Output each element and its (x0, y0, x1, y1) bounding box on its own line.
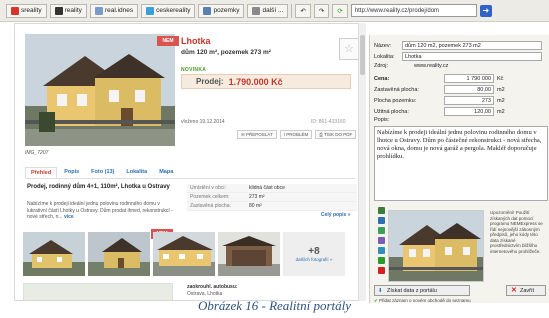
description-title: Prodej, rodinný dům 4+1, 110m², Lhotka u… (27, 184, 170, 190)
price-box: Prodej: 1.790.000 Kč (181, 74, 351, 89)
description-text: Nabízíme k prodeji ideální jednu polovin… (27, 201, 173, 220)
land-area-input[interactable]: 273 (444, 96, 494, 105)
bookmark-reality[interactable]: reality (49, 3, 87, 18)
delete-icon[interactable] (378, 267, 385, 274)
scrollbar-thumb[interactable] (360, 35, 365, 75)
full-description-link[interactable]: Celý popis » (321, 212, 350, 218)
ceskereality-icon (146, 6, 155, 15)
locality-input[interactable]: Lhotka (402, 52, 542, 61)
more-link[interactable]: více (64, 214, 74, 220)
reload-icon: ⟳ (337, 7, 343, 15)
gallery-thumbnail[interactable] (23, 232, 85, 276)
gallery-thumbnail[interactable] (218, 232, 280, 276)
forward-listing-button[interactable]: ✉ PŘEPOSLAT (237, 130, 277, 139)
close-button[interactable]: ✕ Zavřít (506, 285, 546, 296)
map-icon[interactable] (378, 237, 385, 244)
document-icon[interactable] (378, 227, 385, 234)
listed-date: vloženo 19.12.2014 (181, 119, 225, 125)
embedded-webpage: IMG_7207 NEM Lhotka dům 120 m², pozemek … (14, 23, 364, 301)
listing-actions: ✉ PŘEPOSLAT ! PROBLÉM ⎙ TISK DO PDF (237, 130, 357, 139)
url-field[interactable]: http://www.reality.cz/prodej/dom (350, 4, 477, 17)
go-arrow-icon[interactable]: ➜ (479, 4, 492, 17)
photo-gallery: +8 dalších fotografií » (23, 232, 345, 276)
bookmark-sreality[interactable]: sreality (6, 3, 47, 18)
reload-button[interactable]: ⟳ (332, 3, 348, 18)
transport-info-address: Ostrava, Lhotka (187, 291, 223, 297)
table-row: Pozemek celkem: 273 m² (187, 193, 357, 202)
field-built-area: Zastavěná plocha: 80,00 m2 (374, 85, 505, 94)
gallery-thumbnail[interactable] (88, 232, 150, 276)
tab-description[interactable]: Popis (59, 167, 84, 178)
house-photo[interactable] (25, 34, 175, 146)
forward-button[interactable]: ↷ (313, 3, 330, 18)
usage-warning: Upozornění! Použití získaných dat pomocí… (490, 210, 543, 254)
parameter-table: Umístění v obci: klidná část obce Pozemek… (187, 184, 357, 211)
back-icon: ↶ (300, 7, 306, 15)
house-icon[interactable] (378, 207, 385, 214)
add-icon[interactable] (378, 257, 385, 264)
bookmark-pozemky[interactable]: pozemky (198, 3, 245, 18)
print-pdf-button[interactable]: ⎙ TISK DO PDF (315, 130, 357, 139)
webpage-scrollbar[interactable] (358, 23, 366, 301)
field-source: Zdroj: www.reality.cz (374, 63, 449, 69)
field-price: Cena: 1 790 000 Kč (374, 74, 504, 83)
report-problem-button[interactable]: ! PROBLÉM (279, 130, 313, 139)
name-input[interactable]: dům 120 m2, pozemek 273 m2 (402, 41, 542, 50)
nemexpress-logo: NEM (157, 36, 179, 46)
bookmark-more[interactable]: další ... (247, 3, 289, 18)
tab-map[interactable]: Mapa (154, 167, 178, 178)
gallery-thumbnail[interactable] (153, 232, 215, 276)
favorite-star-icon[interactable]: ☆ (339, 38, 359, 60)
idnes-icon (94, 6, 103, 15)
tab-location[interactable]: Lokalita (121, 167, 152, 178)
more-icon (252, 6, 261, 15)
source-value: www.reality.cz (414, 63, 449, 69)
separator (291, 3, 293, 18)
field-name: Název: dům 120 m2, pozemek 273 m2 (374, 41, 542, 50)
description-textarea[interactable]: Nabízíme k prodeji ideální jednu polovin… (374, 126, 548, 201)
field-notes-label: Popis: (374, 117, 390, 123)
bookmark-ceskereality[interactable]: ceskereality (141, 3, 196, 18)
listing-id: ID: 861-433160 (311, 119, 346, 125)
close-icon: ✕ (511, 287, 517, 294)
forward-icon: ↷ (318, 7, 325, 15)
transport-info-title: zaokrouhl. autobusu: (187, 284, 238, 290)
photo-preview (388, 210, 484, 282)
photo-icon[interactable] (378, 217, 385, 224)
more-photos-label: dalších fotografií » (295, 257, 333, 262)
browser-toolbar: sreality reality real.idnes ceskereality… (0, 0, 549, 22)
field-usable-area: Užitná plocha: 120,00 m2 (374, 107, 505, 116)
price-label: Prodej: (196, 77, 224, 86)
tab-overview[interactable]: Přehled (25, 167, 58, 178)
field-land-area: Plocha pozemku: 273 m2 (374, 96, 505, 105)
table-row: Zastavěná plocha: 80 m² (187, 202, 357, 211)
sreality-icon (11, 6, 19, 15)
reality-icon (54, 6, 63, 15)
side-icon-bar (378, 207, 385, 274)
field-locality: Lokalita: Lhotka (374, 52, 542, 61)
table-row: Umístění v obci: klidná část obce (187, 184, 357, 193)
listing-subtitle: dům 120 m², pozemek 273 m² (181, 49, 271, 56)
more-photos-button[interactable]: +8 dalších fotografií » (283, 232, 345, 276)
download-icon: ⬇ (378, 288, 383, 294)
figure-caption: Obrázek 16 - Realitní portály (197, 298, 352, 313)
more-photos-count: +8 (308, 246, 320, 257)
copy-icon[interactable] (378, 247, 385, 254)
price-value: 1.790.000 Kč (228, 76, 283, 87)
price-input[interactable]: 1 790 000 (444, 74, 494, 83)
get-data-button[interactable]: ⬇ Získat data z portálu (374, 285, 470, 296)
built-area-input[interactable]: 80,00 (444, 85, 494, 94)
usable-area-input[interactable]: 120,00 (444, 107, 494, 116)
listing-tabs: Přehled Popis Foto (13) Lokalita Mapa (25, 167, 355, 179)
pozemky-icon (203, 6, 212, 15)
photo-caption: IMG_7207 (25, 150, 49, 156)
import-panel: Název: dům 120 m2, pozemek 273 m2 Lokali… (369, 35, 549, 303)
new-badge: NOVINKA (181, 67, 207, 73)
tab-photos[interactable]: Foto (13) (86, 167, 119, 178)
bookmark-real-idnes[interactable]: real.idnes (89, 3, 139, 18)
back-button[interactable]: ↶ (295, 3, 311, 18)
listing-title: Lhotka (181, 36, 211, 46)
